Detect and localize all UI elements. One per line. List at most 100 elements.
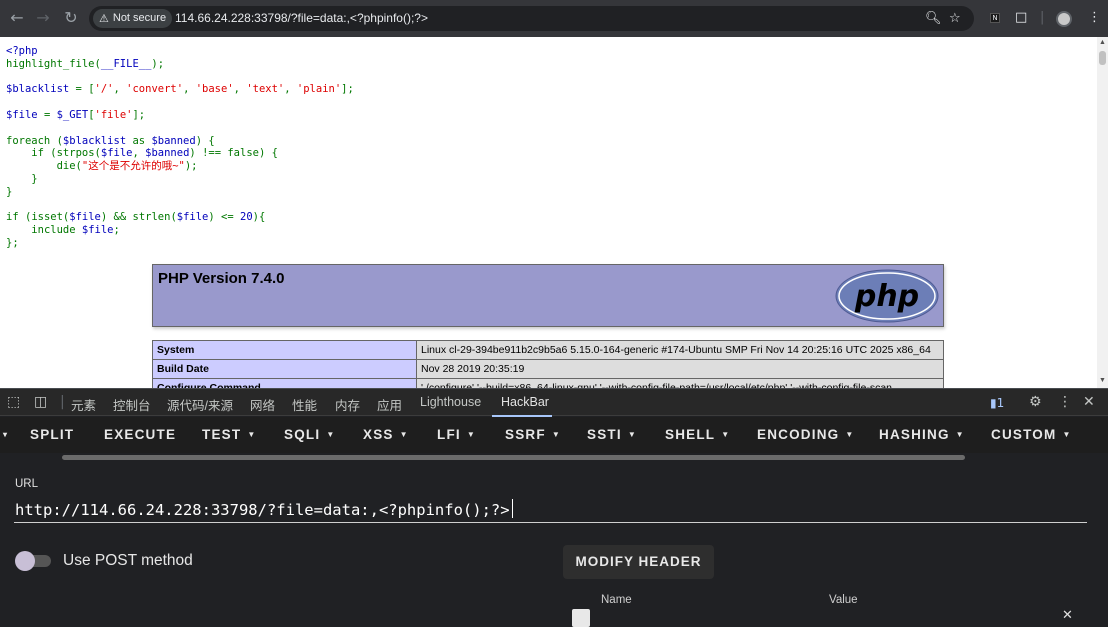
header-enabled-checkbox[interactable] — [572, 609, 590, 627]
chevron-down-icon: ▼ — [326, 430, 335, 439]
page-content: <?php highlight_file(__FILE__); $blacklis… — [0, 37, 1097, 388]
hackbar-url-input[interactable] — [14, 497, 1087, 523]
page-scrollbar[interactable]: ▲ ▼ — [1097, 37, 1108, 388]
phpinfo-key: System — [152, 340, 417, 360]
profile-avatar[interactable] — [1056, 11, 1072, 27]
code-line: foreach ($blacklist as $banned) { — [6, 134, 215, 147]
forward-arrow-icon[interactable]: → — [33, 8, 53, 28]
phpinfo-table: System Linux cl-29-394be911b2c9b5a6 5.15.… — [152, 340, 944, 388]
back-arrow-icon[interactable]: ← — [7, 8, 27, 28]
code-line: if (isset($file) && strlen($file) <= 20)… — [6, 211, 266, 224]
toggle-knob — [15, 551, 35, 571]
extensions-puzzle-icon[interactable]: □ — [1015, 10, 1027, 25]
scroll-up-icon[interactable]: ▲ — [1099, 39, 1106, 46]
tab-hackbar[interactable]: HackBar — [501, 395, 549, 409]
php-logo-text: php — [854, 279, 919, 314]
reload-icon[interactable]: ↻ — [61, 8, 81, 28]
code-line: } — [6, 185, 13, 198]
chevron-down-icon: ▼ — [627, 430, 636, 439]
menu-split[interactable]: SPLIT — [30, 427, 74, 442]
code-line: die("这个是不允许的哦~"); — [56, 160, 198, 173]
chevron-down-icon: ▼ — [1062, 430, 1071, 439]
php-logo: php — [835, 269, 939, 323]
menu-overflow-caret: ▾ — [3, 430, 9, 439]
chevron-down-icon: ▼ — [955, 430, 964, 439]
security-chip-label: Not secure — [112, 12, 167, 24]
phpinfo-row: Configure Command './configure' '--build=… — [152, 378, 944, 388]
menu-ssti[interactable]: SSTI ▼ — [587, 427, 636, 442]
zoom-icon[interactable]: 🔍︎ — [925, 11, 942, 26]
chevron-down-icon: ▼ — [845, 430, 854, 439]
close-devtools-icon[interactable]: ✕ — [1083, 394, 1095, 410]
more-options-icon[interactable]: ⋮ — [1058, 394, 1072, 410]
warning-icon: ⚠ — [99, 12, 109, 25]
divider: | — [60, 394, 65, 410]
url-label: URL — [15, 478, 39, 490]
code-line: }; — [6, 236, 19, 249]
phpinfo-header: PHP Version 7.4.0 php — [152, 264, 944, 327]
php-source-code: <?php highlight_file(__FILE__); $blacklis… — [6, 45, 354, 250]
php-version-title: PHP Version 7.4.0 — [158, 270, 285, 287]
scrollbar-thumb[interactable] — [1099, 51, 1106, 65]
phpinfo-row: Build Date Nov 28 2019 20:35:19 — [152, 359, 944, 379]
code-line: } — [31, 172, 38, 185]
tab-console[interactable]: 控制台 — [113, 395, 151, 414]
devtools-panel: ⬚ ◫ | 元素 控制台 源代码/来源 网络 性能 内存 应用 Lighthou… — [0, 388, 1108, 627]
phpinfo-value: './configure' '--build=x86_64-linux-gnu'… — [416, 378, 944, 388]
menu-hashing[interactable]: HASHING ▼ — [879, 427, 964, 442]
phpinfo-value: Nov 28 2019 20:35:19 — [416, 359, 944, 379]
phpinfo-key: Build Date — [152, 359, 417, 379]
messages-badge[interactable]: ▮1 — [990, 396, 1004, 410]
phpinfo-key: Configure Command — [152, 378, 417, 388]
menu-shell[interactable]: SHELL ▼ — [665, 427, 729, 442]
menu-horizontal-scrollbar[interactable] — [62, 455, 965, 460]
scroll-down-icon[interactable]: ▼ — [1099, 377, 1106, 384]
menu-xss[interactable]: XSS ▼ — [363, 427, 408, 442]
post-method-toggle[interactable] — [15, 551, 51, 571]
code-line: highlight_file(__FILE__); — [6, 57, 165, 70]
divider: | — [1040, 10, 1045, 25]
phpinfo-value: Linux cl-29-394be911b2c9b5a6 5.15.0-164-… — [416, 340, 944, 360]
security-chip[interactable]: ⚠ Not secure — [93, 9, 173, 28]
settings-gear-icon[interactable]: ⚙ — [1029, 394, 1042, 410]
tab-application[interactable]: 应用 — [377, 395, 402, 414]
tab-memory[interactable]: 内存 — [335, 395, 360, 414]
tab-performance[interactable]: 性能 — [292, 395, 317, 414]
text-cursor — [512, 499, 513, 518]
tab-network[interactable]: 网络 — [250, 395, 275, 414]
code-line: $file = $_GET['file']; — [6, 108, 146, 121]
extension-icon[interactable]: N — [990, 13, 1000, 23]
menu-sqli[interactable]: SQLI ▼ — [284, 427, 334, 442]
menu-ssrf[interactable]: SSRF ▼ — [505, 427, 560, 442]
code-line: <?php — [6, 45, 38, 57]
device-toolbar-icon[interactable]: ◫ — [34, 394, 47, 410]
menu-lfi[interactable]: LFI ▼ — [437, 427, 475, 442]
chevron-down-icon: ▼ — [721, 430, 730, 439]
menu-test[interactable]: TEST ▼ — [202, 427, 255, 442]
menu-encoding[interactable]: ENCODING ▼ — [757, 427, 853, 442]
tab-elements[interactable]: 元素 — [71, 395, 96, 414]
menu-custom[interactable]: CUSTOM ▼ — [991, 427, 1070, 442]
more-menu-icon[interactable]: ⋮ — [1088, 10, 1101, 25]
address-bar[interactable]: ⚠ Not secure 114.66.24.228:33798/?file=d… — [89, 6, 974, 31]
bookmark-star-icon[interactable]: ☆ — [949, 11, 961, 26]
modify-header-button[interactable]: MODIFY HEADER — [563, 545, 714, 579]
phpinfo-output: PHP Version 7.4.0 php System Linux cl-29-… — [152, 264, 944, 388]
hackbar-menu: ▾ SPLIT EXECUTE TEST ▼ SQLI ▼ XSS ▼ LFI ▼ SS… — [0, 417, 1108, 453]
tab-sources[interactable]: 源代码/来源 — [167, 395, 233, 414]
tab-lighthouse[interactable]: Lighthouse — [420, 395, 481, 409]
chevron-down-icon: ▼ — [466, 430, 475, 439]
inspect-element-icon[interactable]: ⬚ — [7, 394, 20, 410]
remove-header-icon[interactable]: ✕ — [1062, 608, 1073, 623]
address-bar-url[interactable]: 114.66.24.228:33798/?file=data:,<?phpinf… — [175, 11, 428, 25]
browser-toolbar: ← → ↻ ⚠ Not secure 114.66.24.228:33798/?… — [0, 0, 1108, 37]
post-method-label: Use POST method — [63, 552, 193, 569]
header-value-label: Value — [829, 594, 858, 606]
message-icon: ▮ — [990, 396, 997, 410]
menu-execute[interactable]: EXECUTE — [104, 427, 176, 442]
chevron-down-icon: ▼ — [247, 430, 256, 439]
